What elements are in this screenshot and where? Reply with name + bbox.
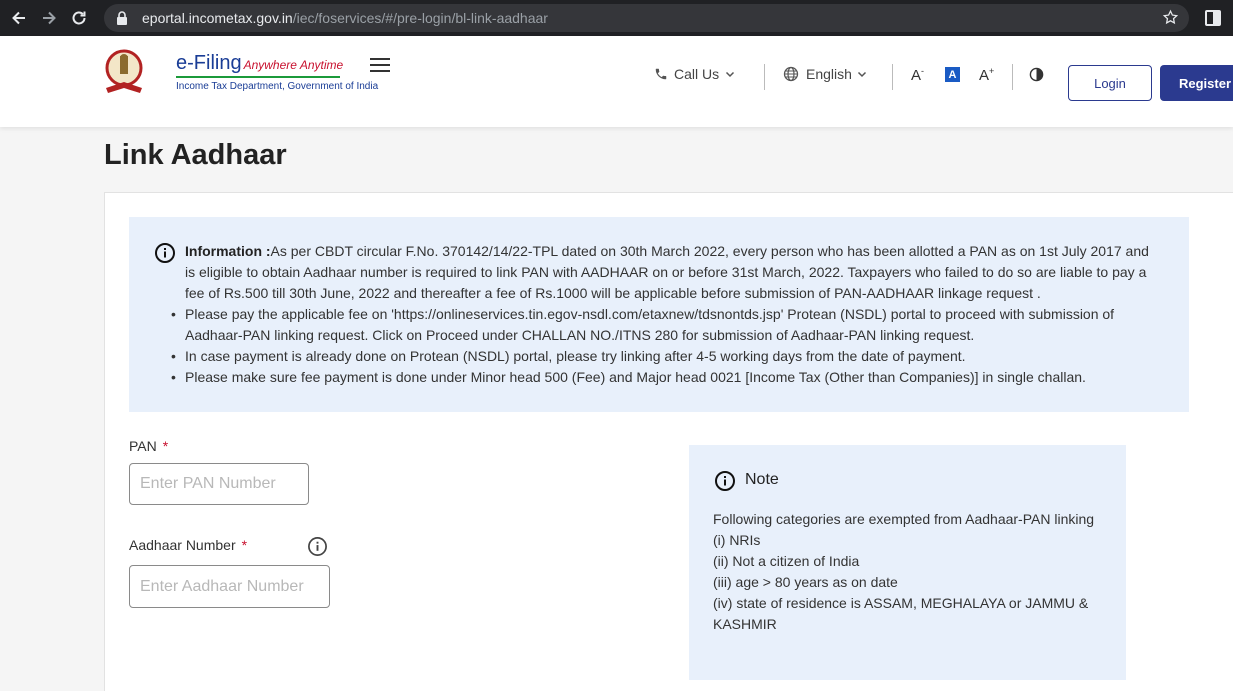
brand-name: e-Filing xyxy=(176,52,242,74)
pan-input[interactable] xyxy=(129,463,309,505)
info-bullet-text: In case payment is already done on Prote… xyxy=(185,348,966,364)
brand-subtitle: Income Tax Department, Government of Ind… xyxy=(176,81,379,92)
brand-underline xyxy=(176,76,340,78)
url-text: eportal.incometax.gov.in/iec/foservices/… xyxy=(142,10,548,26)
chevron-down-icon xyxy=(857,71,866,78)
page-title: Link Aadhaar xyxy=(104,139,287,171)
info-bullet: • In case payment is already done on Prot… xyxy=(171,348,966,364)
url-path: /iec/foservices/#/pre-login/bl-link-aadh… xyxy=(292,10,548,26)
address-bar[interactable]: eportal.incometax.gov.in/iec/foservices/… xyxy=(104,4,1189,32)
url-host: eportal.incometax.gov.in xyxy=(142,10,293,26)
browser-toolbar: eportal.incometax.gov.in/iec/foservices/… xyxy=(0,0,1233,36)
info-bullet: • Please make sure fee payment is done un… xyxy=(171,369,1086,385)
note-line: (i) NRIs xyxy=(713,532,761,548)
aadhaar-info-icon[interactable] xyxy=(307,536,328,562)
brand-logo[interactable]: e-Filing Anywhere Anytime Income Tax Depa… xyxy=(176,52,378,92)
globe-icon xyxy=(783,66,799,82)
bookmark-star-icon[interactable] xyxy=(1162,9,1179,31)
pan-label: PAN * xyxy=(129,438,168,454)
info-bullet-text: Please pay the applicable fee on 'https:… xyxy=(185,306,1115,343)
header-divider xyxy=(892,64,893,90)
info-icon xyxy=(154,242,176,269)
info-bullet-text: Please make sure fee payment is done und… xyxy=(185,369,1086,385)
note-body: Following categories are exempted from A… xyxy=(713,509,1108,635)
login-button[interactable]: Login xyxy=(1068,65,1152,101)
back-arrow-icon[interactable] xyxy=(4,3,34,33)
brand-tagline: Anywhere Anytime xyxy=(243,58,344,72)
phone-icon xyxy=(655,68,667,80)
language-dropdown[interactable]: English xyxy=(783,66,867,82)
required-asterisk: * xyxy=(162,438,169,454)
font-normal-button[interactable]: A xyxy=(945,67,960,82)
info-lead: Information :As per CBDT circular F.No. … xyxy=(185,241,1160,304)
info-lead-text: As per CBDT circular F.No. 370142/14/22-… xyxy=(185,243,1149,301)
header-divider xyxy=(1012,64,1013,90)
contrast-toggle-icon[interactable] xyxy=(1029,67,1044,87)
information-list: Information :As per CBDT circular F.No. … xyxy=(171,241,1160,388)
note-line: (iv) state of residence is ASSAM, MEGHAL… xyxy=(713,595,1089,632)
header-divider xyxy=(764,64,765,90)
chevron-down-icon xyxy=(726,71,735,78)
required-asterisk: * xyxy=(241,537,248,553)
info-bullet: • Please pay the applicable fee on 'https… xyxy=(171,306,1115,343)
note-line: Following categories are exempted from A… xyxy=(713,511,1095,527)
register-button[interactable]: Register xyxy=(1160,65,1233,101)
font-normal-label: A xyxy=(948,68,957,81)
aadhaar-label-text: Aadhaar Number xyxy=(129,537,236,553)
call-us-dropdown[interactable]: Call Us xyxy=(654,66,735,82)
reload-icon[interactable] xyxy=(64,3,94,33)
note-line: (iii) age > 80 years as on date xyxy=(713,574,898,590)
note-title: Note xyxy=(745,471,779,488)
font-decrease-label: A xyxy=(911,67,922,84)
lock-icon xyxy=(116,11,130,25)
note-line: (ii) Not a citizen of India xyxy=(713,553,860,569)
income-tax-emblem-logo[interactable] xyxy=(104,48,144,96)
font-increase-button[interactable]: A+ xyxy=(979,66,994,84)
aadhaar-label: Aadhaar Number * xyxy=(129,537,247,553)
info-lead-label: Information : xyxy=(185,243,271,259)
aadhaar-input[interactable] xyxy=(129,565,330,608)
info-icon xyxy=(714,470,736,497)
pan-label-text: PAN xyxy=(129,438,157,454)
brand-title: e-Filing Anywhere Anytime xyxy=(176,52,378,75)
side-panel-icon[interactable] xyxy=(1205,10,1221,31)
language-label: English xyxy=(806,66,852,82)
menu-hamburger-icon[interactable] xyxy=(370,58,390,72)
font-decrease-button[interactable]: A- xyxy=(911,66,924,84)
forward-arrow-icon[interactable] xyxy=(34,3,64,33)
font-increase-label: A xyxy=(979,67,990,84)
site-header: e-Filing Anywhere Anytime Income Tax Depa… xyxy=(0,36,1233,127)
call-us-label: Call Us xyxy=(674,66,720,82)
